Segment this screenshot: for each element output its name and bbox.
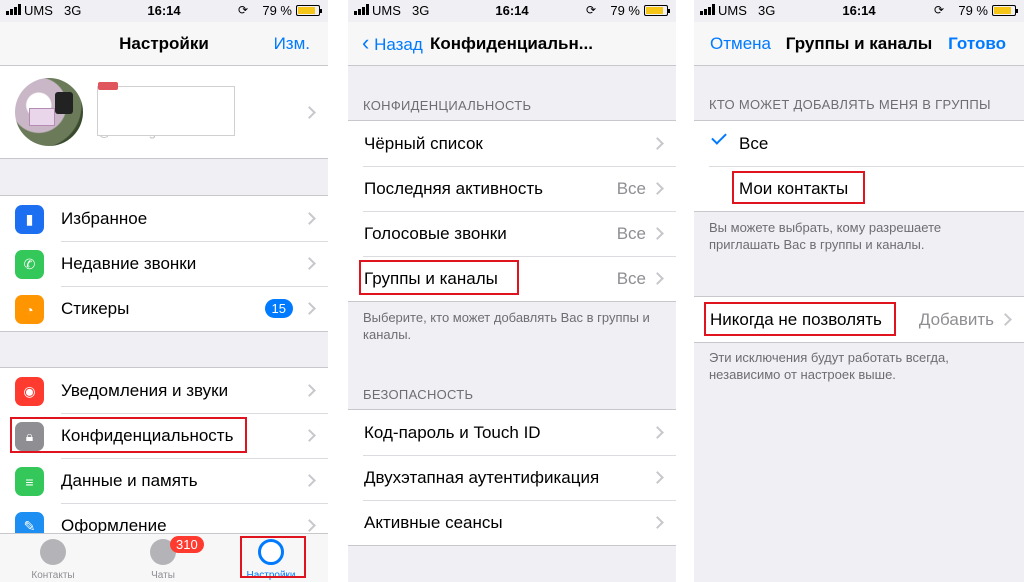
- row-label: Недавние звонки: [61, 254, 197, 273]
- row-label: Последняя активность: [364, 179, 543, 198]
- profile-row[interactable]: @CarvingNavor: [0, 66, 328, 159]
- chevron-right-icon: [303, 429, 316, 442]
- tab-label: Чаты: [151, 570, 175, 581]
- highlight-privacy: [10, 417, 247, 453]
- back-label: Назад: [374, 35, 423, 54]
- chevron-right-icon: [999, 313, 1012, 326]
- row-data-storage[interactable]: ≡ Данные и память: [0, 458, 328, 503]
- battery-percent: 79 %: [610, 3, 640, 18]
- checkmark-icon: [711, 129, 727, 145]
- status-bar: UMS 3G 16:14 ⟳ 79 %: [348, 0, 676, 22]
- privacy-screen: UMS 3G 16:14 ⟳ 79 % ‹ Назад Конфиденциал…: [348, 0, 676, 582]
- chevron-right-icon: [303, 106, 316, 119]
- section-header-who-can-add: КТО МОЖЕТ ДОБАВЛЯТЬ МЕНЯ В ГРУППЫ: [709, 97, 991, 112]
- row-label: Уведомления и звуки: [61, 381, 229, 400]
- highlight-my-contacts: [732, 171, 865, 204]
- rotation-lock-icon: ⟳: [237, 3, 248, 17]
- section-footer-exceptions: Эти исключения будут работать всегда, не…: [709, 350, 949, 382]
- row-label: Данные и память: [61, 471, 198, 490]
- chevron-right-icon: [651, 471, 664, 484]
- avatar: [15, 78, 83, 146]
- chevron-right-icon: [651, 227, 664, 240]
- option-label: Все: [739, 134, 769, 153]
- chevron-right-icon: [651, 272, 664, 285]
- tab-label: Контакты: [31, 570, 75, 581]
- sticker-icon: ◔: [15, 295, 44, 324]
- group-settings: ◉ Уведомления и звуки 🔒︎ Конфиденциально…: [0, 367, 328, 549]
- option-everybody[interactable]: Все: [694, 121, 1024, 166]
- row-stickers[interactable]: ◔ Стикеры 15: [0, 286, 328, 331]
- battery-percent: 79 %: [958, 3, 988, 18]
- settings-screen: UMS 3G 16:14 ⟳ 79 % Настройки Изм. @Carv…: [0, 0, 328, 582]
- section-footer-privacy: Выберите, кто может добавлять Вас в груп…: [363, 310, 650, 342]
- groups-channels-screen: UMS 3G 16:14 ⟳ 79 % Отмена Группы и кана…: [694, 0, 1024, 582]
- navbar: Отмена Группы и каналы Готово: [694, 22, 1024, 66]
- chevron-right-icon: [303, 384, 316, 397]
- done-button[interactable]: Готово: [948, 34, 1006, 54]
- chevron-right-icon: [303, 302, 316, 315]
- redaction-mark: [98, 82, 118, 90]
- row-recent-calls[interactable]: ✆ Недавние звонки: [0, 241, 328, 286]
- navbar: ‹ Назад Конфиденциальн...: [348, 22, 676, 66]
- battery-icon: [296, 5, 322, 16]
- chats-badge: 310: [170, 536, 204, 553]
- chevron-right-icon: [303, 212, 316, 225]
- row-two-step[interactable]: Двухэтапная аутентификация: [348, 455, 676, 500]
- section-footer-options: Вы можете выбрать, кому разрешаете пригл…: [709, 220, 942, 252]
- row-label: Голосовые звонки: [364, 224, 507, 243]
- chevron-left-icon: ‹: [362, 30, 370, 55]
- group-security: Код-пароль и Touch ID Двухэтапная аутент…: [348, 409, 676, 546]
- row-last-seen[interactable]: Последняя активность Все: [348, 166, 676, 211]
- highlight-groups-channels: [359, 260, 519, 295]
- row-voice-calls[interactable]: Голосовые звонки Все: [348, 211, 676, 256]
- chevron-right-icon: [303, 257, 316, 270]
- chevron-right-icon: [303, 519, 316, 532]
- group-favorites: ▮ Избранное ✆ Недавние звонки ◔ Стикеры …: [0, 195, 328, 332]
- tab-contacts[interactable]: Контакты: [8, 534, 98, 582]
- bookmark-icon: ▮: [15, 205, 44, 234]
- tab-chats[interactable]: 310 Чаты: [118, 534, 208, 582]
- section-header-security: БЕЗОПАСНОСТЬ: [363, 387, 474, 402]
- database-icon: ≡: [15, 467, 44, 496]
- row-value: Все: [616, 179, 646, 198]
- rotation-lock-icon: ⟳: [585, 3, 596, 17]
- battery-percent: 79 %: [262, 3, 292, 18]
- row-label: Код-пароль и Touch ID: [364, 423, 541, 442]
- chevron-right-icon: [651, 182, 664, 195]
- stickers-badge: 15: [264, 299, 293, 318]
- chevron-right-icon: [303, 474, 316, 487]
- row-blacklist[interactable]: Чёрный список: [348, 121, 676, 166]
- row-passcode[interactable]: Код-пароль и Touch ID: [348, 410, 676, 455]
- row-value: Все: [616, 224, 646, 243]
- status-bar: UMS 3G 16:14 ⟳ 79 %: [0, 0, 328, 22]
- highlight-settings-tab: [240, 536, 306, 578]
- navbar: Настройки Изм.: [0, 22, 328, 66]
- row-label: Двухэтапная аутентификация: [364, 468, 600, 487]
- row-label: Чёрный список: [364, 134, 483, 153]
- phone-icon: ✆: [15, 250, 44, 279]
- row-label: Стикеры: [61, 299, 130, 318]
- add-label: Добавить: [918, 310, 994, 329]
- back-button[interactable]: ‹ Назад: [362, 32, 423, 55]
- status-bar: UMS 3G 16:14 ⟳ 79 %: [694, 0, 1024, 22]
- row-value: Все: [616, 269, 646, 288]
- page-title: Конфиденциальн...: [430, 34, 593, 53]
- row-saved[interactable]: ▮ Избранное: [0, 196, 328, 241]
- row-active-sessions[interactable]: Активные сеансы: [348, 500, 676, 545]
- row-notifications[interactable]: ◉ Уведомления и звуки: [0, 368, 328, 413]
- redacted-name: [97, 86, 235, 136]
- chevron-right-icon: [651, 137, 664, 150]
- person-icon: [40, 539, 66, 565]
- chevron-right-icon: [651, 426, 664, 439]
- battery-icon: [992, 5, 1018, 16]
- rotation-lock-icon: ⟳: [933, 3, 944, 17]
- edit-button[interactable]: Изм.: [274, 34, 310, 54]
- battery-icon: [644, 5, 670, 16]
- row-label: Избранное: [61, 209, 148, 228]
- chevron-right-icon: [651, 516, 664, 529]
- section-header-privacy: КОНФИДЕНЦИАЛЬНОСТЬ: [363, 98, 532, 113]
- highlight-never-allow: [704, 302, 896, 336]
- notification-icon: ◉: [15, 377, 44, 406]
- row-label: Активные сеансы: [364, 513, 503, 532]
